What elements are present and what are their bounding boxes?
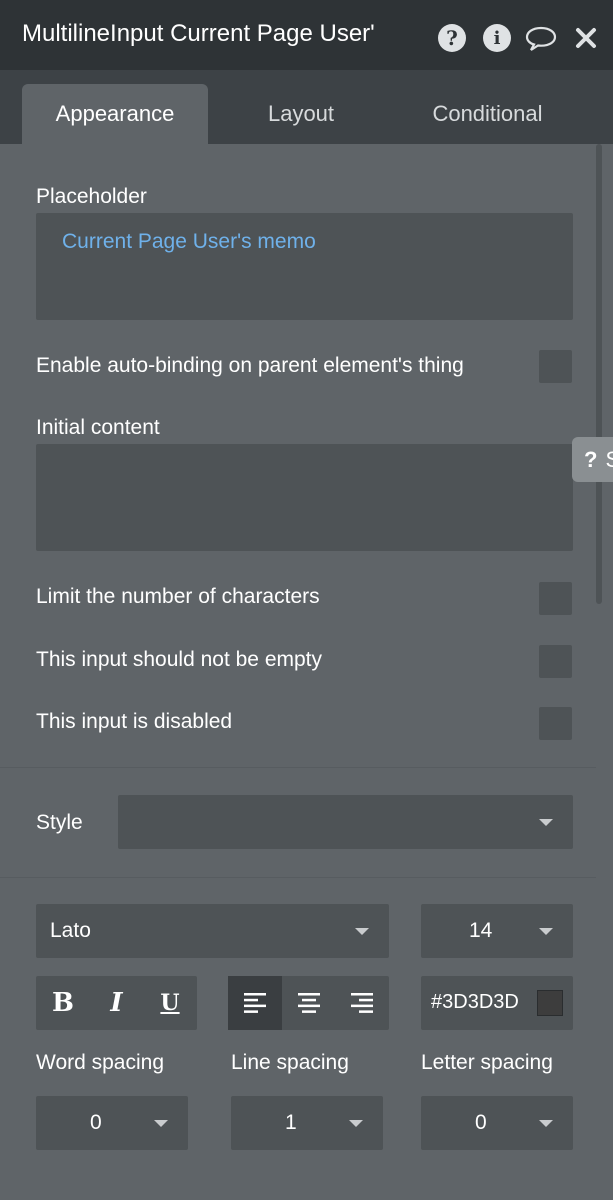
font-color-hex[interactable]: #3D3D3D <box>431 991 527 1014</box>
font-color-swatch[interactable] <box>537 990 563 1016</box>
letter-spacing-dropdown[interactable]: 0 <box>421 1096 573 1150</box>
help-icon[interactable]: ? <box>436 22 468 54</box>
style-dropdown[interactable] <box>118 795 573 849</box>
disabled-label: This input is disabled <box>36 710 233 733</box>
alignment-group <box>228 976 389 1030</box>
chevron-down-icon <box>355 928 369 935</box>
placeholder-expression[interactable]: Current Page User's memo <box>62 230 316 254</box>
style-label: Style <box>36 811 83 834</box>
chevron-down-icon <box>154 1120 168 1127</box>
underline-button[interactable]: U <box>143 976 197 1030</box>
not-empty-checkbox[interactable] <box>539 645 572 678</box>
placeholder-field[interactable]: Current Page User's memo <box>36 213 573 320</box>
align-left-icon <box>244 993 266 1013</box>
word-spacing-label: Word spacing <box>36 1051 165 1074</box>
align-right-icon <box>351 993 373 1013</box>
limit-characters-label: Limit the number of characters <box>36 585 320 608</box>
line-spacing-label: Line spacing <box>231 1051 349 1074</box>
disabled-checkbox[interactable] <box>539 707 572 740</box>
line-spacing-value: 1 <box>285 1111 297 1134</box>
bold-button[interactable]: B <box>36 976 90 1030</box>
font-color-picker[interactable]: #3D3D3D <box>421 976 573 1030</box>
chevron-down-icon <box>539 928 553 935</box>
text-style-group: B I U <box>36 976 197 1030</box>
font-size-dropdown[interactable]: 14 <box>421 904 573 958</box>
font-size-value: 14 <box>469 919 493 942</box>
word-spacing-dropdown[interactable]: 0 <box>36 1096 188 1150</box>
tab-conditional[interactable]: Conditional <box>400 84 575 144</box>
initial-content-label: Initial content <box>36 416 160 439</box>
scrollbar[interactable] <box>596 144 602 604</box>
chevron-down-icon <box>349 1120 363 1127</box>
auto-binding-label: Enable auto-binding on parent element's … <box>36 354 464 377</box>
help-side-tab[interactable]: ? S <box>572 437 613 482</box>
help-side-icon: ? <box>584 446 598 472</box>
close-icon[interactable] <box>570 22 602 54</box>
letter-spacing-label: Letter spacing <box>421 1051 553 1074</box>
tab-layout[interactable]: Layout <box>230 84 372 144</box>
element-title: MultilineInput Current Page User' <box>22 20 375 47</box>
limit-characters-checkbox[interactable] <box>539 582 572 615</box>
chevron-down-icon <box>539 819 553 826</box>
tab-appearance[interactable]: Appearance <box>22 84 208 144</box>
placeholder-label: Placeholder <box>36 185 147 208</box>
info-icon[interactable]: i <box>481 22 513 54</box>
comment-icon[interactable] <box>525 22 557 54</box>
line-spacing-dropdown[interactable]: 1 <box>231 1096 383 1150</box>
align-center-button[interactable] <box>282 976 335 1030</box>
letter-spacing-value: 0 <box>475 1111 487 1134</box>
section-divider <box>0 767 596 768</box>
not-empty-label: This input should not be empty <box>36 648 323 671</box>
section-divider <box>0 877 596 878</box>
align-left-button[interactable] <box>228 976 282 1030</box>
font-family-dropdown[interactable]: Lato <box>36 904 389 958</box>
chevron-down-icon <box>539 1120 553 1127</box>
auto-binding-checkbox[interactable] <box>539 350 572 383</box>
word-spacing-value: 0 <box>90 1111 102 1134</box>
initial-content-field[interactable] <box>36 444 573 551</box>
font-family-value: Lato <box>50 919 91 942</box>
tab-bar: Appearance Layout Conditional <box>0 70 613 144</box>
align-center-icon <box>297 993 320 1013</box>
align-right-button[interactable] <box>335 976 389 1030</box>
help-side-text: S <box>605 446 613 472</box>
property-editor-header: MultilineInput Current Page User' ? i <box>0 0 613 70</box>
italic-button[interactable]: I <box>90 976 143 1030</box>
